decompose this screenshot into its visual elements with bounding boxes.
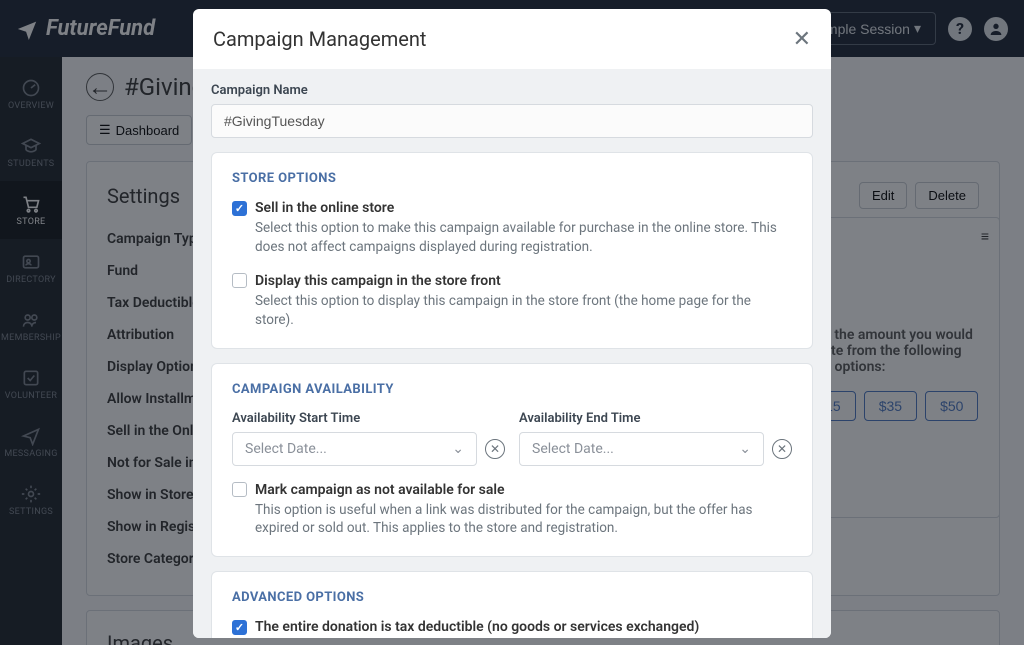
storefront-desc: Select this option to display this campa… xyxy=(255,292,792,330)
sell-online-label: Sell in the online store xyxy=(255,200,394,216)
store-options-card: STORE OPTIONS Sell in the online store S… xyxy=(211,152,813,349)
advanced-title: ADVANCED OPTIONS xyxy=(232,590,792,605)
campaign-name-input[interactable] xyxy=(211,104,813,138)
chevron-down-icon: ⌄ xyxy=(739,441,751,457)
advanced-options-card: ADVANCED OPTIONS The entire donation is … xyxy=(211,571,813,638)
chevron-down-icon: ⌄ xyxy=(452,441,464,457)
not-available-desc: This option is useful when a link was di… xyxy=(255,501,792,539)
close-icon[interactable]: ✕ xyxy=(793,28,811,50)
sell-online-desc: Select this option to make this campaign… xyxy=(255,219,792,257)
tax-deductible-label: The entire donation is tax deductible (n… xyxy=(255,619,699,635)
tax-deductible-checkbox[interactable] xyxy=(232,620,247,635)
not-available-label: Mark campaign as not available for sale xyxy=(255,482,505,498)
end-date-select[interactable]: Select Date... ⌄ xyxy=(519,432,764,466)
availability-card: CAMPAIGN AVAILABILITY Availability Start… xyxy=(211,363,813,558)
store-options-title: STORE OPTIONS xyxy=(232,171,792,186)
start-date-select[interactable]: Select Date... ⌄ xyxy=(232,432,477,466)
end-time-label: Availability End Time xyxy=(519,411,792,426)
availability-title: CAMPAIGN AVAILABILITY xyxy=(232,382,792,397)
clear-end-icon[interactable]: ✕ xyxy=(772,439,792,459)
not-available-checkbox[interactable] xyxy=(232,482,247,497)
campaign-management-modal: Campaign Management ✕ Campaign Name STOR… xyxy=(193,9,831,638)
modal-title: Campaign Management xyxy=(213,27,426,51)
sell-online-checkbox[interactable] xyxy=(232,201,247,216)
storefront-checkbox[interactable] xyxy=(232,273,247,288)
storefront-label: Display this campaign in the store front xyxy=(255,273,501,289)
start-time-label: Availability Start Time xyxy=(232,411,505,426)
campaign-name-label: Campaign Name xyxy=(211,83,813,98)
clear-start-icon[interactable]: ✕ xyxy=(485,439,505,459)
